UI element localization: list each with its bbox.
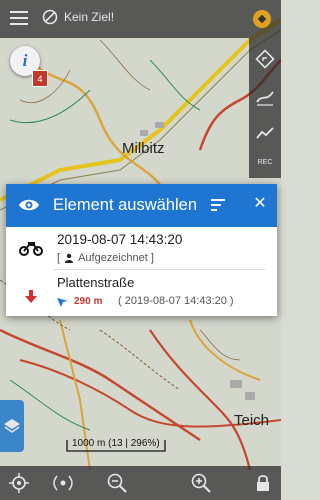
select-element-dialog: Element auswählen ✕ 2019-08-07 14:43:20 …	[6, 184, 277, 316]
red-pin-icon	[25, 290, 37, 303]
route-sign-icon[interactable]	[254, 48, 276, 70]
no-route-icon	[42, 9, 58, 25]
info-icon: i	[22, 51, 28, 70]
no-route-label: Kein Ziel!	[64, 10, 115, 24]
lock-icon[interactable]	[252, 472, 274, 494]
layers-icon	[4, 419, 20, 433]
subtitle-label: Aufgezeichnet	[78, 252, 148, 264]
zoom-out-icon[interactable]	[106, 472, 128, 494]
item-date: ( 2019-08-07 14:43:20 )	[118, 295, 234, 307]
hamburger-menu-icon[interactable]	[10, 11, 28, 25]
list-item[interactable]: 2019-08-07 14:43:20 [ Aufgezeichnet ]	[6, 227, 277, 269]
list-item[interactable]: Plattenstraße 290 m ( 2019-08-07 14:43:2…	[6, 270, 277, 316]
item-distance: 290 m	[74, 296, 103, 307]
gps-satellite-icon[interactable]	[251, 8, 273, 30]
graph-icon[interactable]	[254, 122, 276, 144]
map-label-town: Milbitz	[122, 140, 165, 157]
eye-icon[interactable]	[18, 197, 40, 213]
item-title: Plattenstraße	[57, 275, 135, 290]
no-route-button[interactable]: Kein Ziel!	[42, 9, 114, 25]
scale-label: 1000 m (13 | 296%)	[72, 438, 160, 449]
zoom-in-icon[interactable]	[190, 472, 212, 494]
rec-icon[interactable]: REC	[254, 158, 276, 180]
map-scale: 1000 m (13 | 296%)	[66, 436, 166, 454]
compass-signal-icon[interactable]	[52, 472, 74, 494]
subtitle-bracket-open: [	[57, 252, 61, 264]
right-toolbar: REC	[249, 38, 281, 178]
bottom-toolbar	[0, 466, 281, 500]
gps-target-icon[interactable]	[8, 472, 30, 494]
subtitle-bracket-close: ]	[150, 252, 154, 264]
layers-button[interactable]	[0, 400, 24, 452]
info-badge: 4	[32, 70, 48, 87]
sort-icon[interactable]	[211, 199, 225, 211]
dialog-title: Element auswählen	[53, 196, 198, 214]
map-label-town: Teich	[234, 412, 270, 429]
direction-arrow-icon	[57, 298, 68, 307]
item-title: 2019-08-07 14:43:20	[57, 232, 183, 247]
person-icon	[65, 253, 74, 263]
item-subtitle: [ Aufgezeichnet ]	[57, 252, 154, 264]
dialog-header: Element auswählen ✕	[6, 184, 277, 227]
track-line-icon[interactable]	[254, 86, 276, 108]
rec-label: REC	[257, 159, 273, 166]
close-icon[interactable]: ✕	[249, 193, 271, 213]
top-bar: Kein Ziel!	[0, 0, 281, 38]
motorbike-icon	[19, 242, 43, 256]
